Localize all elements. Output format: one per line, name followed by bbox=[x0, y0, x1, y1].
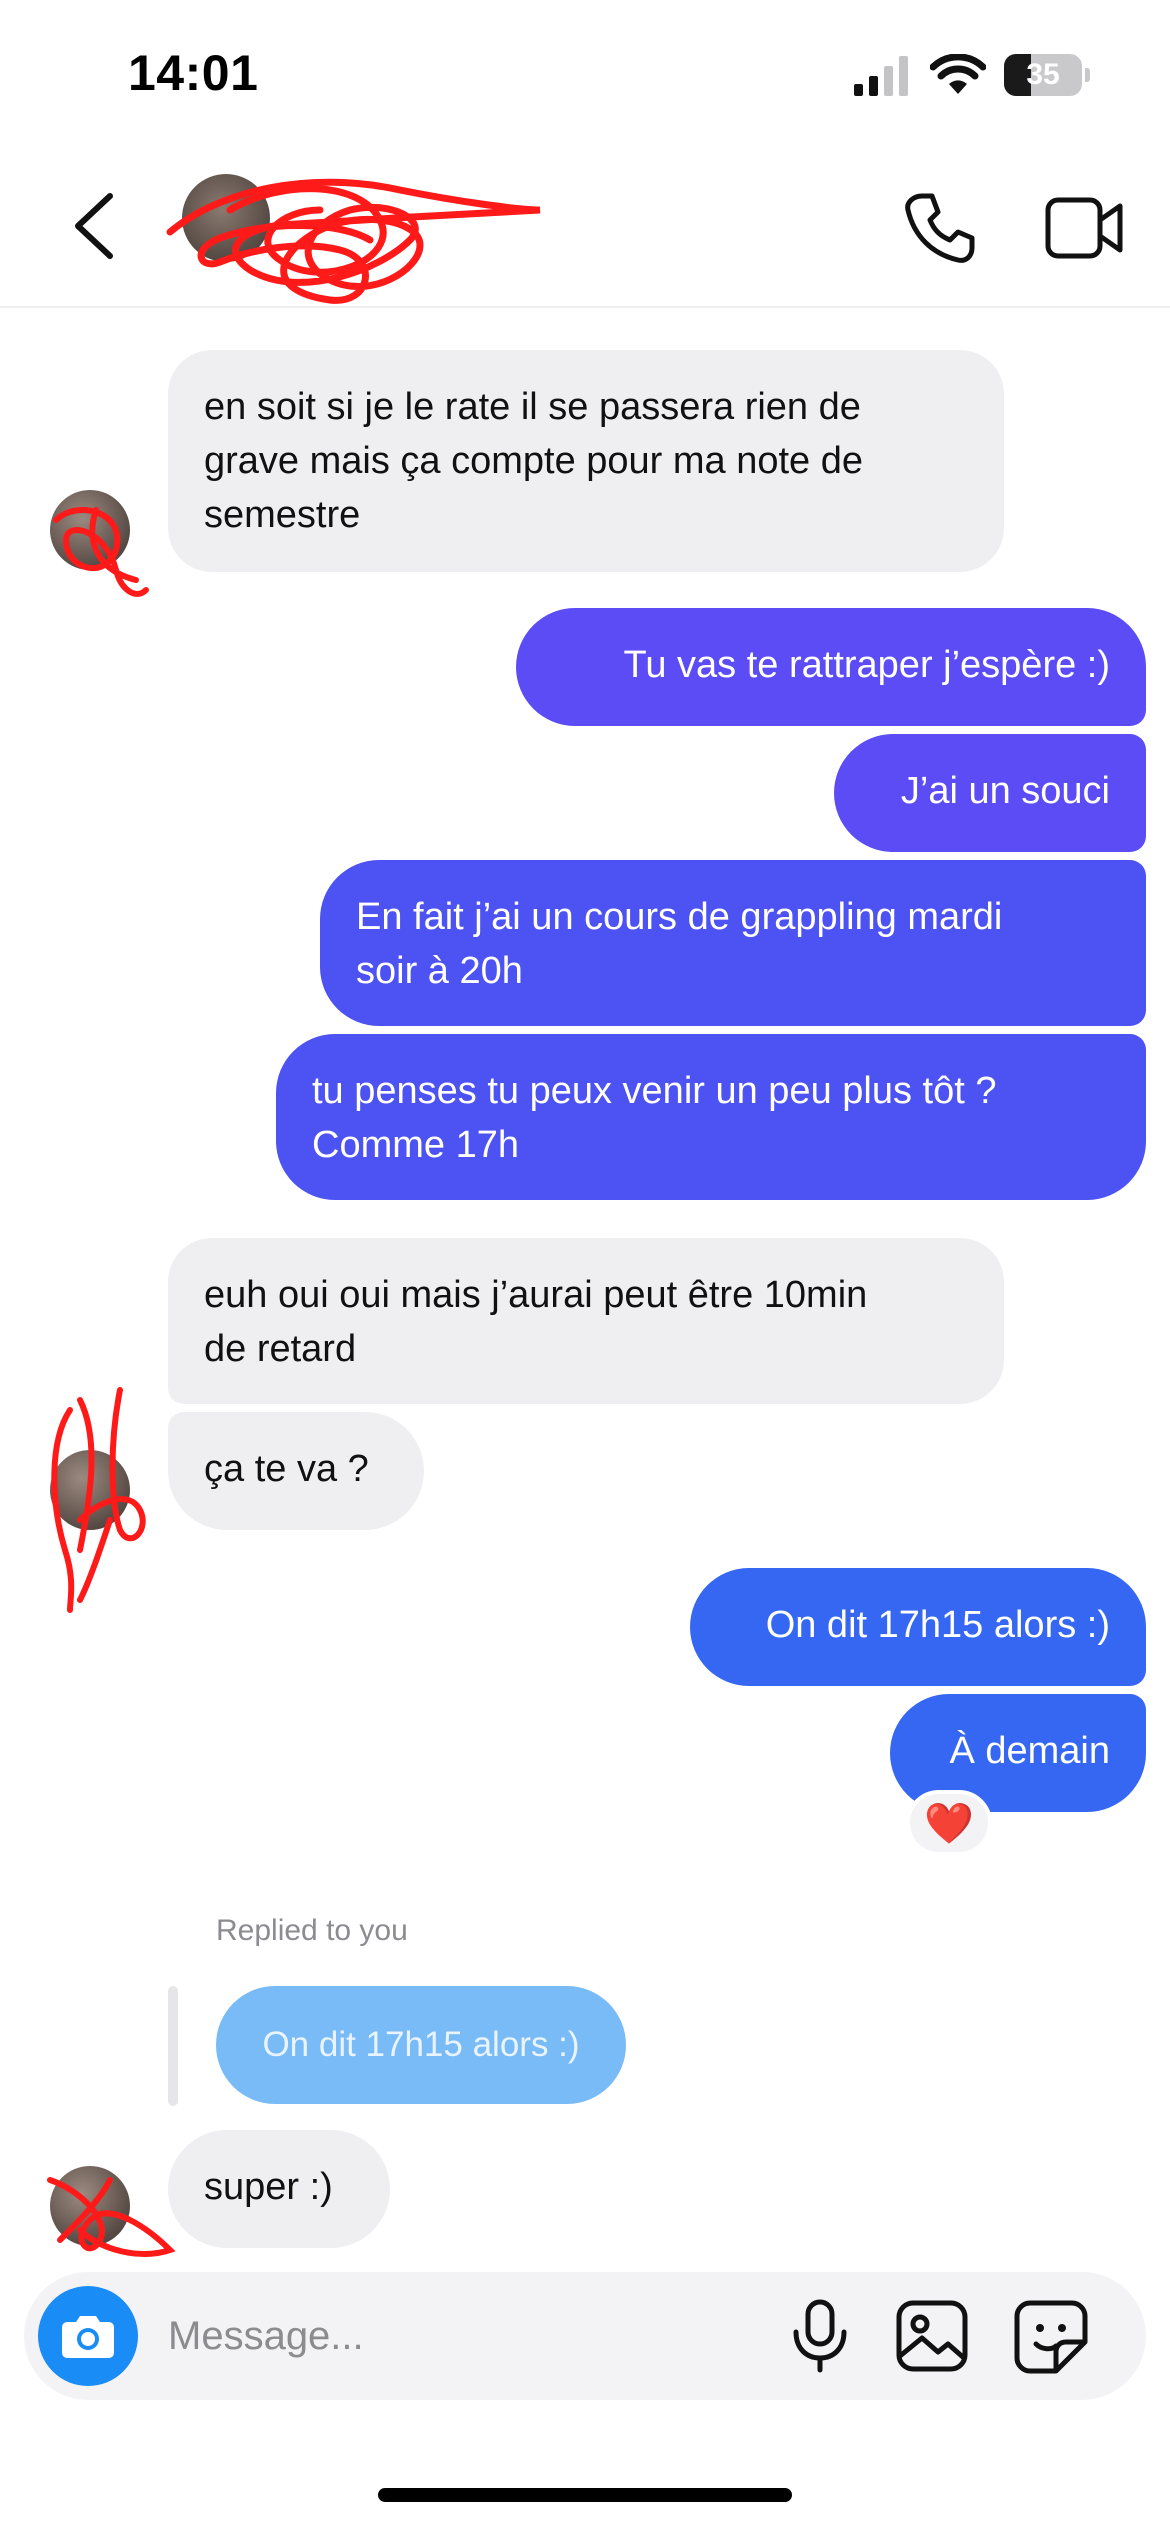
message-bubble-outgoing[interactable]: On dit 17h15 alors :) bbox=[690, 1568, 1146, 1686]
message-bubble-incoming[interactable]: ça te va ? bbox=[168, 1412, 424, 1530]
message-line: J’ai un souci bbox=[900, 770, 1110, 812]
message-line: semestre bbox=[204, 494, 361, 536]
message-line: Tu vas te rattraper j’espère :) bbox=[623, 644, 1110, 686]
status-time: 14:01 bbox=[128, 45, 259, 101]
message-input[interactable] bbox=[168, 2296, 748, 2376]
message-bubble-incoming[interactable]: euh oui oui mais j’aurai peut être 10min… bbox=[168, 1238, 1004, 1404]
message-bubble-outgoing[interactable]: J’ai un souci bbox=[834, 734, 1146, 852]
sender-avatar[interactable] bbox=[50, 1450, 130, 1530]
message-composer bbox=[24, 2272, 1146, 2400]
sender-avatar[interactable] bbox=[50, 490, 130, 570]
home-indicator[interactable] bbox=[378, 2488, 792, 2502]
message-line: À demain bbox=[949, 1730, 1110, 1772]
sender-avatar[interactable] bbox=[50, 2166, 130, 2246]
camera-icon bbox=[62, 2316, 114, 2358]
message-line: soir à 20h bbox=[356, 950, 523, 992]
message-bubble-incoming[interactable]: super :) bbox=[168, 2130, 390, 2248]
message-line: en soit si je le rate il se passera rien… bbox=[204, 386, 861, 428]
message-line: tu penses tu peux venir un peu plus tôt … bbox=[312, 1070, 997, 1112]
heart-reaction-icon[interactable]: ❤️ bbox=[906, 1790, 992, 1856]
message-line: En fait j’ai un cours de grappling mardi bbox=[356, 896, 1003, 938]
message-line: On dit 17h15 alors :) bbox=[765, 1604, 1110, 1646]
message-bubble-outgoing[interactable]: En fait j’ai un cours de grappling mardi… bbox=[320, 860, 1146, 1026]
battery-level: 35 bbox=[1026, 58, 1060, 91]
camera-button[interactable] bbox=[38, 2286, 138, 2386]
status-bar: 14:01 35 bbox=[0, 0, 1170, 150]
reply-bar bbox=[168, 1986, 178, 2106]
reply-label: Replied to you bbox=[216, 1914, 408, 1947]
image-icon[interactable] bbox=[894, 2298, 970, 2374]
quoted-message[interactable]: On dit 17h15 alors :) bbox=[216, 1986, 626, 2104]
message-line: ça te va ? bbox=[204, 1448, 369, 1490]
battery-icon: 35 bbox=[1004, 54, 1090, 96]
message-line: de retard bbox=[204, 1328, 357, 1370]
wifi-icon bbox=[930, 54, 986, 94]
video-camera-icon[interactable] bbox=[1044, 194, 1126, 262]
message-line: super :) bbox=[204, 2166, 333, 2208]
message-line: euh oui oui mais j’aurai peut être 10min bbox=[204, 1274, 868, 1316]
sticker-icon[interactable] bbox=[1012, 2298, 1090, 2376]
redaction-scribble bbox=[166, 178, 541, 304]
message-line: Comme 17h bbox=[312, 1124, 519, 1166]
chevron-left-icon[interactable] bbox=[60, 186, 130, 266]
chat-header bbox=[0, 150, 1170, 308]
message-bubble-incoming[interactable]: en soit si je le rate il se passera rien… bbox=[168, 350, 1004, 572]
phone-icon[interactable] bbox=[902, 190, 978, 266]
microphone-icon[interactable] bbox=[784, 2298, 856, 2374]
cellular-signal-icon bbox=[854, 56, 908, 96]
message-bubble-outgoing[interactable]: Tu vas te rattraper j’espère :) bbox=[516, 608, 1146, 726]
message-bubble-outgoing[interactable]: tu penses tu peux venir un peu plus tôt … bbox=[276, 1034, 1146, 1200]
message-line: grave mais ça compte pour ma note de bbox=[204, 440, 864, 482]
